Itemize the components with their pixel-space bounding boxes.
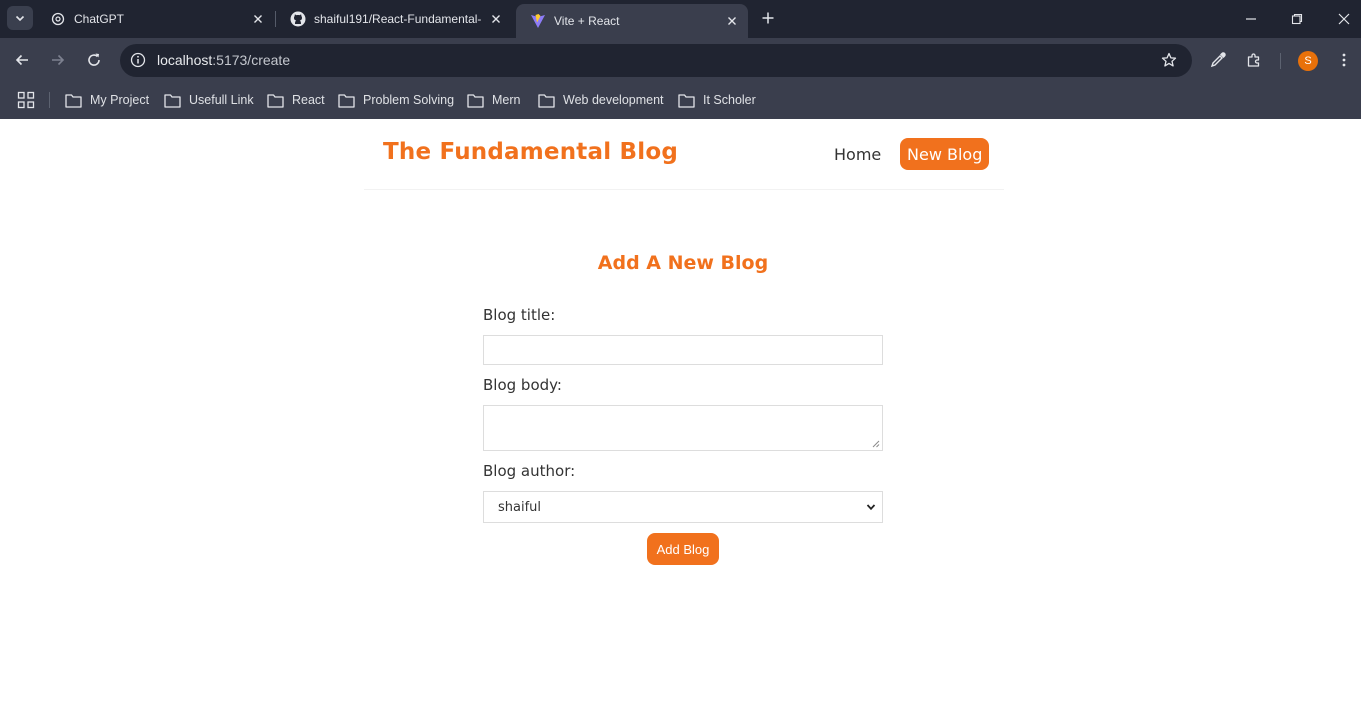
extensions-button[interactable]: [1243, 49, 1265, 71]
blog-title-input[interactable]: [483, 335, 883, 365]
bookmark-label: React: [292, 93, 325, 107]
bookmark-folder-mern[interactable]: Mern: [467, 90, 520, 110]
blog-title-label: Blog title:: [483, 306, 556, 324]
folder-icon: [678, 93, 695, 108]
eyedropper-icon: [1210, 52, 1226, 68]
reload-button[interactable]: [83, 49, 105, 71]
github-logo-icon: [290, 11, 306, 27]
apps-grid-icon[interactable]: [17, 91, 35, 109]
tab-title: ChatGPT: [74, 12, 125, 26]
blog-body-label: Blog body:: [483, 376, 562, 394]
browser-menu-button[interactable]: [1333, 49, 1355, 71]
arrow-right-icon: [52, 54, 65, 66]
tab-title: Vite + React: [554, 14, 620, 28]
tab-title: shaiful191/React-Fundamental-: [314, 12, 482, 26]
minimize-button[interactable]: [1240, 8, 1262, 30]
site-brand: The Fundamental Blog: [383, 139, 678, 165]
resize-grip-icon[interactable]: [872, 440, 880, 448]
nav-link-new-blog[interactable]: New Blog: [900, 138, 990, 170]
forward-button[interactable]: [47, 49, 69, 71]
bookmark-folder-my-project[interactable]: My Project: [65, 90, 149, 110]
folder-icon: [538, 93, 555, 108]
folder-icon: [164, 93, 181, 108]
blog-author-select[interactable]: shaiful: [483, 491, 883, 523]
tab-vite-react[interactable]: Vite + React: [516, 4, 748, 38]
bookmarks-divider: [49, 92, 50, 108]
tab-github[interactable]: shaiful191/React-Fundamental-: [276, 0, 512, 38]
url-host: localhost: [157, 52, 213, 68]
back-button[interactable]: [11, 49, 33, 71]
bookmark-label: My Project: [90, 93, 150, 107]
folder-icon: [467, 93, 484, 108]
chevron-down-icon: [866, 504, 876, 511]
folder-icon: [267, 93, 284, 108]
arrow-left-icon: [15, 54, 28, 66]
restore-button[interactable]: [1286, 8, 1308, 30]
folder-icon: [338, 93, 355, 108]
browser-toolbar: localhost:5173/create S: [0, 38, 1361, 82]
bookmark-folder-usefull-link[interactable]: Usefull Link: [164, 90, 254, 110]
puzzle-icon: [1247, 53, 1260, 67]
bookmark-label: Mern: [492, 93, 521, 107]
bookmark-folder-it-scholer[interactable]: It Scholer: [678, 90, 756, 110]
new-tab-button[interactable]: [757, 7, 779, 29]
nav-link-home[interactable]: Home: [834, 145, 881, 164]
bookmark-label: It Scholer: [703, 93, 756, 107]
reload-icon: [88, 53, 100, 66]
minimize-icon: [1246, 18, 1256, 20]
blog-body-textarea[interactable]: [483, 405, 883, 451]
close-icon[interactable]: [488, 11, 504, 27]
more-vertical-icon: [1342, 53, 1346, 67]
profile-avatar[interactable]: S: [1298, 51, 1318, 71]
url-path: :5173/create: [212, 52, 291, 68]
close-icon[interactable]: [250, 11, 266, 27]
plus-icon: [762, 12, 774, 24]
eyedropper-extension-button[interactable]: [1207, 49, 1229, 71]
form-heading: Add A New Blog: [597, 252, 769, 274]
bookmark-star-icon[interactable]: [1160, 51, 1178, 69]
site-info-icon[interactable]: [129, 51, 147, 69]
bookmark-label: Problem Solving: [363, 93, 455, 107]
bookmark-label: Usefull Link: [189, 93, 254, 107]
bookmark-folder-problem-solving[interactable]: Problem Solving: [338, 90, 454, 110]
window-close-button[interactable]: [1333, 8, 1355, 30]
restore-icon: [1291, 13, 1303, 25]
chatgpt-logo-icon: [50, 11, 66, 27]
address-bar[interactable]: localhost:5173/create: [120, 44, 1192, 77]
add-blog-button[interactable]: Add Blog: [647, 533, 719, 565]
close-icon: [1338, 13, 1350, 25]
blog-author-label: Blog author:: [483, 462, 576, 480]
close-icon[interactable]: [724, 13, 740, 29]
vite-logo-icon: [530, 13, 546, 29]
bookmarks-bar: My Project Usefull Link React Problem So…: [0, 82, 1361, 119]
chevron-down-icon: [15, 15, 25, 22]
tab-search-button[interactable]: [7, 6, 33, 30]
bookmark-folder-web-development[interactable]: Web development: [538, 90, 664, 110]
toolbar-divider: [1280, 53, 1281, 69]
tab-chatgpt[interactable]: ChatGPT: [36, 0, 274, 38]
page-viewport: The Fundamental Blog Home New Blog Add A…: [0, 119, 1361, 703]
folder-icon: [65, 93, 82, 108]
bookmark-folder-react[interactable]: React: [267, 90, 325, 110]
url-text[interactable]: localhost:5173/create: [157, 52, 290, 68]
site-navbar: The Fundamental Blog Home New Blog: [364, 119, 1004, 190]
tab-strip: ChatGPT shaiful191/React-Fundamental- Vi…: [0, 0, 1361, 38]
bookmark-label: Web development: [563, 93, 664, 107]
selected-author: shaiful: [498, 499, 542, 515]
